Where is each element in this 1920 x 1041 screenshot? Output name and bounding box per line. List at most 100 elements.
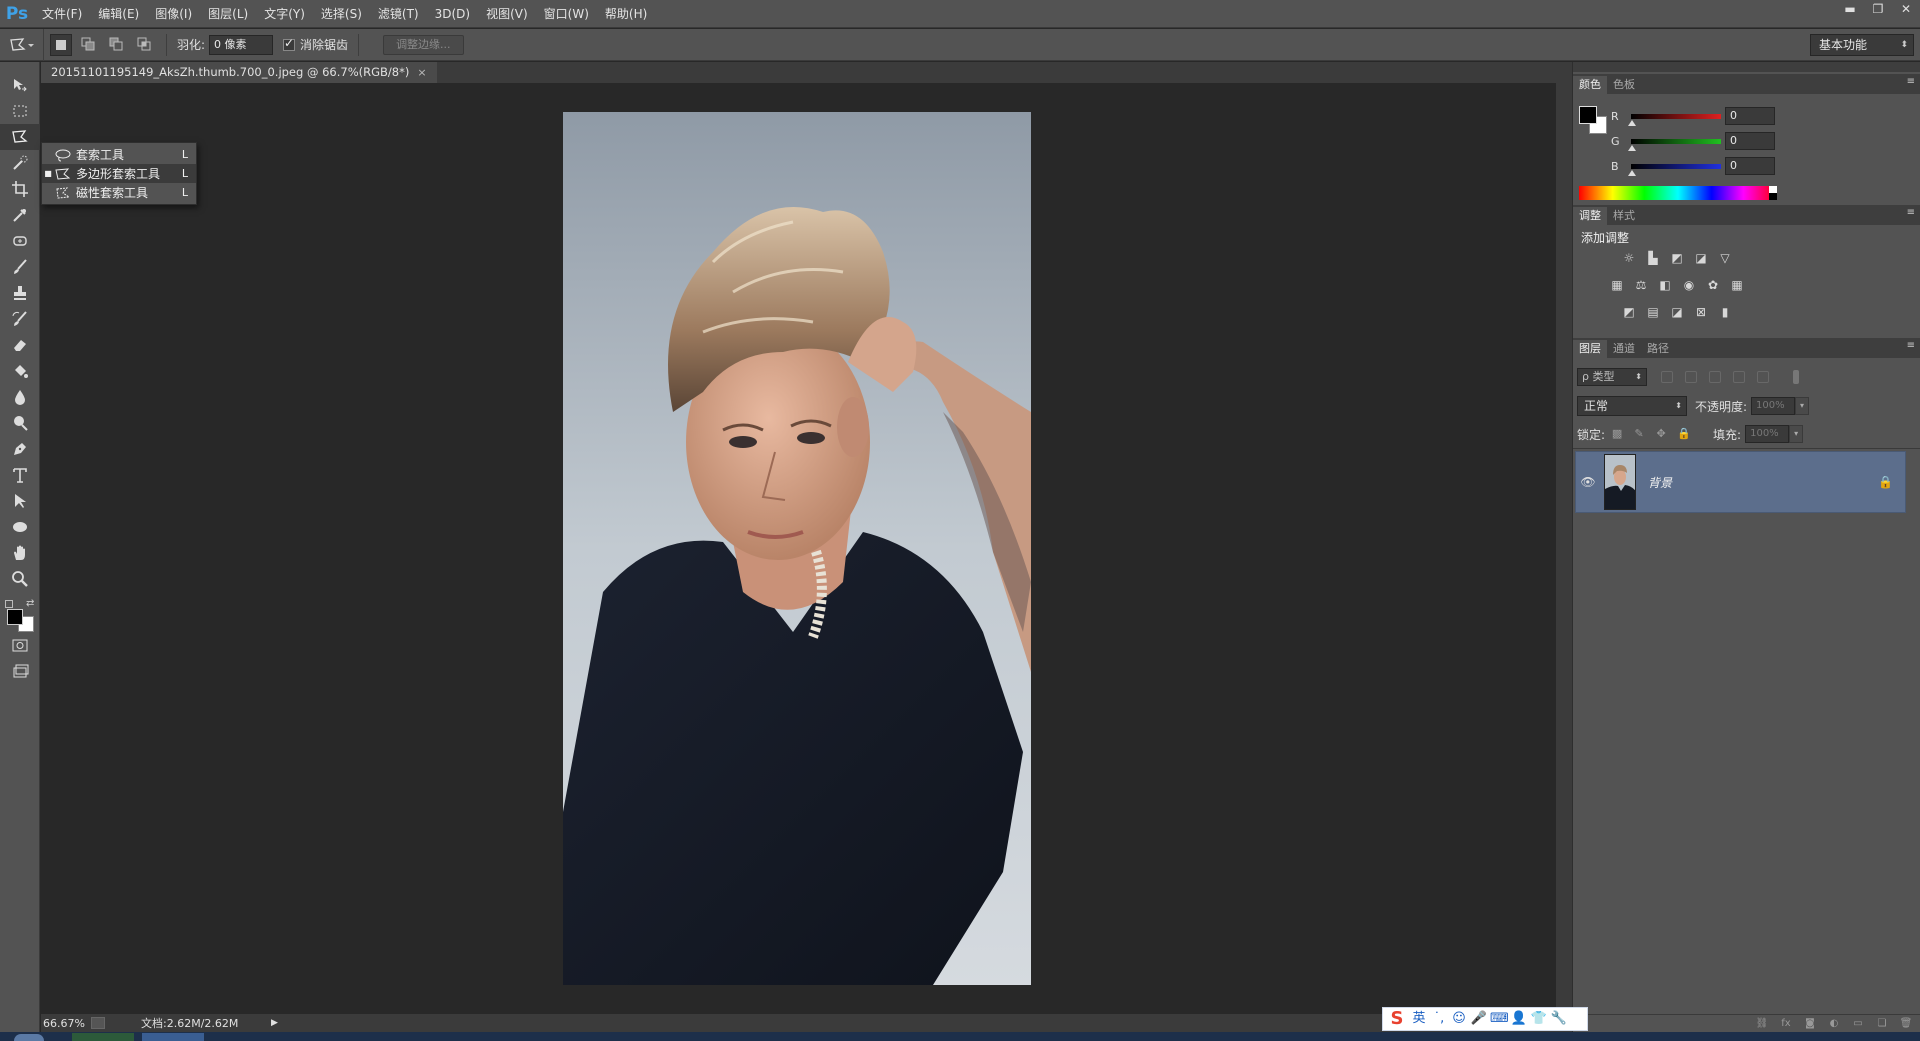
brush-tool[interactable] [0, 254, 40, 280]
path-selection-tool[interactable] [0, 488, 40, 514]
sogou-logo-icon[interactable]: S [1386, 1009, 1408, 1029]
layer-thumbnail[interactable] [1604, 454, 1636, 510]
vibrance-icon[interactable]: ▽ [1717, 251, 1733, 265]
gradient-map-icon[interactable]: ▮ [1717, 305, 1733, 319]
quick-mask-tool[interactable] [0, 632, 40, 658]
swap-colors-icon[interactable]: ⇄ [26, 598, 34, 609]
adjustment-filter-icon[interactable] [1685, 371, 1697, 383]
minimize-button[interactable]: ▬ [1836, 0, 1864, 18]
tab-layers[interactable]: 图层 [1573, 340, 1607, 358]
blue-track[interactable] [1628, 163, 1721, 176]
tab-color[interactable]: 颜色 [1573, 76, 1607, 94]
red-track[interactable] [1628, 113, 1721, 126]
eyedropper-tool[interactable] [0, 202, 40, 228]
document-status-icon[interactable] [91, 1017, 105, 1029]
levels-icon[interactable]: ▙ [1645, 251, 1661, 265]
ime-language-toggle[interactable]: 英 [1410, 1010, 1428, 1028]
menu-window[interactable]: 窗口(W) [536, 0, 597, 28]
fx-icon[interactable]: fx [1779, 1018, 1793, 1030]
marquee-tool[interactable] [0, 98, 40, 124]
channel-mixer-icon[interactable]: ✿ [1705, 278, 1721, 292]
workspace-select[interactable]: 基本功能 ⬍ [1810, 34, 1914, 56]
selective-color-icon[interactable]: ⊠ [1693, 305, 1709, 319]
history-brush-tool[interactable] [0, 306, 40, 332]
foreground-color-swatch[interactable] [7, 609, 23, 625]
panel-header-strip[interactable] [1573, 62, 1920, 72]
link-icon[interactable]: ⛓ [1755, 1018, 1769, 1030]
menu-layer[interactable]: 图层(L) [200, 0, 256, 28]
curves-icon[interactable]: ◩ [1669, 251, 1685, 265]
delete-icon[interactable]: 🗑 [1899, 1018, 1913, 1030]
lasso-tool[interactable] [0, 124, 40, 150]
refine-edge-button[interactable]: 调整边缘... [383, 34, 464, 55]
microphone-icon[interactable]: 🎤 [1470, 1010, 1488, 1028]
healing-tool[interactable] [0, 228, 40, 254]
green-slider[interactable]: G 0 [1611, 131, 1811, 151]
tools-icon[interactable]: 🔧 [1550, 1010, 1568, 1028]
fill-input[interactable]: 100% [1745, 425, 1790, 443]
blur-tool[interactable] [0, 384, 40, 410]
paint-bucket-tool[interactable] [0, 358, 40, 384]
slider-thumb[interactable] [1628, 169, 1636, 176]
color-lookup-icon[interactable]: ▦ [1729, 278, 1745, 292]
foreground-swatch[interactable] [1579, 106, 1597, 124]
adjustment-icon[interactable]: ◐ [1827, 1018, 1841, 1030]
toolbox-grip[interactable] [0, 62, 39, 72]
menu-filter[interactable]: 滤镜(T) [370, 0, 427, 28]
group-icon[interactable]: ▭ [1851, 1018, 1865, 1030]
photo-filter-icon[interactable]: ◉ [1681, 278, 1697, 292]
layer-filter-select[interactable]: ρ 类型 ⬍ [1577, 368, 1647, 386]
black-white-icon[interactable]: ◧ [1657, 278, 1673, 292]
menu-view[interactable]: 视图(V) [478, 0, 536, 28]
color-swatches[interactable]: ⇄ [0, 598, 40, 632]
lock-pixels-icon[interactable]: ✎ [1633, 428, 1645, 440]
opacity-input[interactable]: 100% [1751, 397, 1796, 415]
brightness-icon[interactable]: ☼ [1621, 251, 1637, 265]
tool-preset-picker[interactable] [0, 28, 44, 61]
stamp-tool[interactable] [0, 280, 40, 306]
keyboard-icon[interactable]: ⌨ [1490, 1010, 1509, 1028]
restore-button[interactable]: ❐ [1864, 0, 1892, 18]
skin-icon[interactable]: 👕 [1530, 1010, 1548, 1028]
panel-menu-icon[interactable]: ≡ [1907, 340, 1915, 351]
eraser-tool[interactable] [0, 332, 40, 358]
lock-position-icon[interactable]: ✥ [1655, 428, 1667, 440]
close-tab-icon[interactable]: × [417, 62, 426, 83]
menu-help[interactable]: 帮助(H) [597, 0, 655, 28]
zoom-level[interactable]: 66.67% [41, 1017, 89, 1030]
close-button[interactable]: ✕ [1892, 0, 1920, 18]
pen-tool[interactable] [0, 436, 40, 462]
document-tab[interactable]: 20151101195149_AksZh.thumb.700_0.jpeg @ … [41, 62, 437, 83]
subtract-selection-mode[interactable] [106, 34, 128, 56]
menu-edit[interactable]: 编辑(E) [90, 0, 147, 28]
crop-tool[interactable] [0, 176, 40, 202]
green-track[interactable] [1628, 138, 1721, 151]
posterize-icon[interactable]: ▤ [1645, 305, 1661, 319]
zoom-tool[interactable] [0, 566, 40, 592]
punctuation-icon[interactable]: ˙, [1430, 1010, 1448, 1028]
type-tool[interactable] [0, 462, 40, 488]
status-menu-arrow-icon[interactable]: ▶ [271, 1018, 278, 1028]
slider-thumb[interactable] [1628, 119, 1636, 126]
visibility-eye-icon[interactable]: 👁 [1576, 475, 1600, 489]
filter-toggle[interactable] [1793, 370, 1799, 384]
layer-row[interactable]: 👁 背景 🔒 [1575, 451, 1906, 513]
document-image[interactable] [563, 112, 1031, 985]
menu-image[interactable]: 图像(I) [147, 0, 200, 28]
smart-object-filter-icon[interactable] [1757, 371, 1769, 383]
blue-value[interactable]: 0 [1725, 157, 1775, 175]
flyout-magnetic-lasso-tool[interactable]: 磁性套索工具 L [42, 183, 196, 202]
tab-swatches[interactable]: 色板 [1607, 76, 1641, 94]
shape-filter-icon[interactable] [1733, 371, 1745, 383]
menu-3d[interactable]: 3D(D) [427, 0, 478, 28]
panel-menu-icon[interactable]: ≡ [1907, 76, 1915, 87]
move-tool[interactable] [0, 72, 40, 98]
tab-adjustments[interactable]: 调整 [1573, 207, 1607, 225]
dodge-tool[interactable] [0, 410, 40, 436]
black-white-ramp[interactable] [1769, 186, 1777, 200]
new-selection-mode[interactable] [50, 33, 72, 56]
checkbox-box[interactable] [283, 36, 296, 51]
color-balance-icon[interactable]: ⚖ [1633, 278, 1649, 292]
menu-type[interactable]: 文字(Y) [256, 0, 313, 28]
emoji-icon[interactable]: ☺ [1450, 1010, 1468, 1028]
